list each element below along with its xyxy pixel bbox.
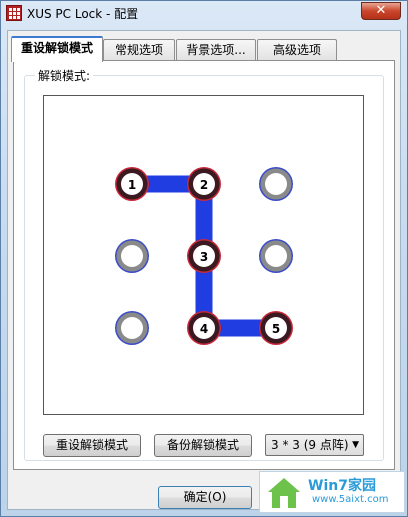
grid-size-value: 3 * 3 (9 点阵): [271, 438, 349, 452]
title-bar[interactable]: XUS PC Lock - 配置 ✕: [1, 1, 407, 29]
button-label: 确定(O): [183, 490, 227, 504]
site-watermark: Win7家园 www.5aixt.com: [259, 471, 405, 513]
tab-background[interactable]: 背景选项...: [176, 39, 256, 60]
grid-size-select[interactable]: 3 * 3 (9 点阵) ▼: [265, 434, 364, 456]
pattern-node[interactable]: [259, 239, 293, 273]
pattern-node[interactable]: [115, 239, 149, 273]
pattern-node-label: 4: [200, 322, 208, 336]
backup-pattern-button[interactable]: 备份解锁模式: [154, 434, 252, 457]
pattern-svg: 1 2 3 4 5: [115, 167, 293, 345]
close-button[interactable]: ✕: [361, 2, 401, 20]
pattern-node-label: 5: [272, 322, 280, 336]
pattern-node[interactable]: 3: [187, 239, 221, 273]
tab-advanced[interactable]: 高级选项: [257, 39, 337, 60]
ok-button[interactable]: 确定(O): [158, 486, 252, 509]
tab-reset-pattern[interactable]: 重设解锁模式: [11, 36, 103, 62]
chevron-down-icon: ▼: [352, 440, 359, 450]
app-lock-icon: [6, 5, 22, 21]
pattern-canvas[interactable]: 1 2 3 4 5: [43, 95, 364, 415]
pattern-node[interactable]: 1: [115, 167, 149, 201]
watermark-title: Win7家园: [308, 478, 376, 494]
pattern-node[interactable]: 2: [187, 167, 221, 201]
house-logo-icon: [268, 478, 300, 508]
pattern-node[interactable]: [115, 311, 149, 345]
pattern-node-label: 3: [200, 250, 208, 264]
group-label: 解锁模式:: [35, 67, 94, 84]
button-label: 重设解锁模式: [55, 438, 128, 452]
tab-label: 常规选项: [114, 43, 163, 57]
window-title: XUS PC Lock - 配置: [27, 7, 139, 21]
config-window: XUS PC Lock - 配置 ✕ 重设解锁模式 常规选项 背景选项... 高…: [0, 0, 408, 517]
tab-label: 重设解锁模式: [20, 41, 93, 55]
reset-pattern-button[interactable]: 重设解锁模式: [43, 434, 141, 457]
pattern-node-label: 2: [200, 178, 208, 192]
unlock-pattern-group: 解锁模式: 1 2 3 4 5 重设解锁模式 备份解锁模式 3 * 3 (9 点阵) ▼: [24, 67, 384, 461]
tab-label: 高级选项: [272, 43, 321, 57]
tab-panel: 解锁模式: 1 2 3 4 5 重设解锁模式 备份解锁模式 3 * 3 (9 点阵) ▼: [13, 60, 395, 470]
close-icon: ✕: [375, 3, 387, 18]
pattern-node[interactable]: 5: [259, 311, 293, 345]
watermark-url: www.5aixt.com: [312, 494, 389, 505]
pattern-node[interactable]: 4: [187, 311, 221, 345]
tab-general[interactable]: 常规选项: [103, 39, 175, 60]
tab-label: 背景选项...: [186, 43, 246, 57]
client-area: 重设解锁模式 常规选项 背景选项... 高级选项 解锁模式: 1 2 3 4 5 重设解…: [7, 30, 401, 510]
button-label: 备份解锁模式: [166, 438, 239, 452]
pattern-node-label: 1: [128, 178, 136, 192]
pattern-node[interactable]: [259, 167, 293, 201]
